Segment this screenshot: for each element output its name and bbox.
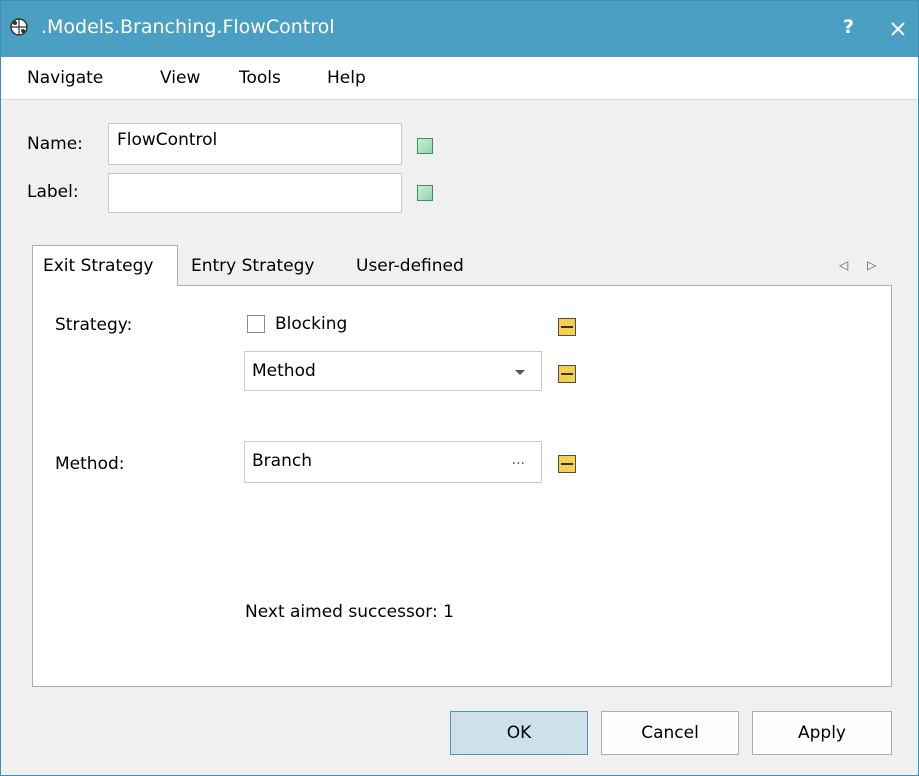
strategy-reset-icon[interactable] — [558, 365, 576, 383]
name-field[interactable]: FlowControl — [108, 123, 402, 165]
next-successor-text: Next aimed successor: 1 — [245, 602, 454, 622]
cancel-button[interactable]: Cancel — [601, 711, 739, 755]
strategy-dropdown-value: Method — [252, 361, 316, 381]
name-label: Name: — [27, 134, 83, 154]
app-icon — [10, 18, 28, 36]
tab-user-defined[interactable]: User-defined — [356, 256, 464, 276]
title-bar: .Models.Branching.FlowControl ? — [1, 1, 918, 57]
apply-button[interactable]: Apply — [752, 711, 892, 755]
tab-entry-strategy[interactable]: Entry Strategy — [191, 256, 314, 276]
help-icon[interactable]: ? — [843, 16, 854, 38]
method-reset-icon[interactable] — [558, 455, 576, 473]
scroll-right-icon[interactable]: ▷ — [867, 258, 876, 272]
method-field[interactable]: Branch ... — [244, 441, 542, 483]
strategy-dropdown[interactable]: Method — [244, 351, 542, 391]
blocking-label: Blocking — [275, 314, 348, 334]
menu-navigate[interactable]: Navigate — [27, 68, 103, 88]
exit-strategy-panel — [32, 285, 892, 687]
tab-exit-strategy-label: Exit Strategy — [43, 256, 154, 276]
scroll-left-icon[interactable]: ◁ — [839, 258, 848, 272]
blocking-reset-icon[interactable] — [558, 318, 576, 336]
dropdown-caret-icon — [515, 370, 525, 375]
label-field[interactable] — [108, 173, 402, 213]
tab-exit-strategy[interactable]: Exit Strategy — [32, 245, 178, 286]
menu-bar: Navigate View Tools Help — [1, 57, 918, 100]
menu-view[interactable]: View — [160, 68, 200, 88]
blocking-checkbox[interactable] — [247, 315, 265, 333]
label-indicator-icon[interactable] — [417, 185, 433, 201]
ok-button[interactable]: OK — [450, 711, 588, 755]
dialog-window: .Models.Branching.FlowControl ? Navigate… — [0, 0, 919, 776]
close-icon[interactable] — [883, 14, 913, 44]
name-indicator-icon[interactable] — [417, 138, 433, 154]
window-title: .Models.Branching.FlowControl — [41, 16, 335, 38]
method-browse-button[interactable]: ... — [512, 452, 525, 468]
method-value: Branch — [252, 451, 312, 471]
label-label: Label: — [27, 182, 79, 202]
strategy-label: Strategy: — [55, 315, 133, 335]
method-label: Method: — [55, 454, 125, 474]
menu-tools[interactable]: Tools — [239, 68, 281, 88]
menu-help[interactable]: Help — [327, 68, 366, 88]
